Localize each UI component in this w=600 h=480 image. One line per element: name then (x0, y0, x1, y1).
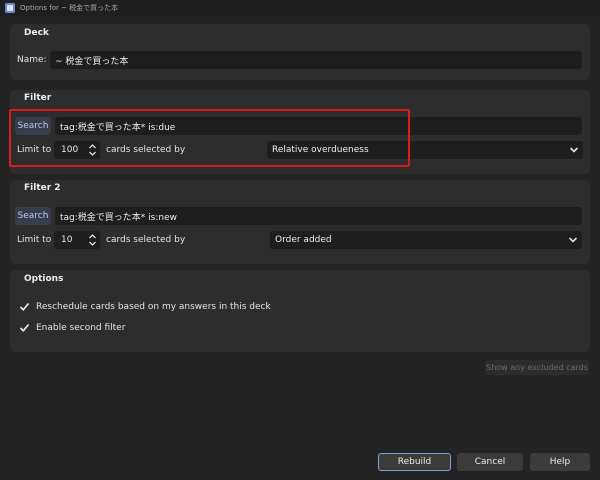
order2-select[interactable]: Order added (270, 231, 582, 249)
filter2-group: Filter 2 Search tag:税金で買った本* is:new Limi… (10, 180, 590, 264)
second-filter-label: Enable second filter (36, 322, 126, 333)
title-bar: Options for ~ 税金で買った本 (0, 0, 600, 16)
annotation-highlight (9, 109, 410, 167)
options-group: Options Reschedule cards based on my ans… (10, 270, 590, 352)
deck-group-title: Deck (24, 28, 49, 38)
chevron-down-icon (569, 147, 579, 153)
reschedule-label: Reschedule cards based on my answers in … (36, 301, 271, 312)
reschedule-checkbox[interactable]: Reschedule cards based on my answers in … (19, 301, 271, 312)
rebuild-button[interactable]: Rebuild (378, 453, 451, 471)
limit2-value: 10 (61, 235, 73, 245)
selected-by2-label: cards selected by (106, 235, 186, 245)
show-excluded-button[interactable]: Show any excluded cards (485, 360, 589, 375)
second-filter-checkbox[interactable]: Enable second filter (19, 322, 125, 333)
app-icon (5, 3, 15, 13)
spin-arrows-icon[interactable] (88, 233, 97, 247)
help-button[interactable]: Help (530, 453, 590, 471)
checkmark-icon (19, 302, 30, 311)
filter2-search-input[interactable]: tag:税金で買った本* is:new (55, 207, 582, 225)
limit2-label: Limit to (17, 235, 52, 245)
search2-button[interactable]: Search (15, 207, 51, 225)
limit2-spinbox[interactable]: 10 (54, 231, 100, 249)
chevron-down-icon (568, 237, 578, 243)
cancel-button[interactable]: Cancel (457, 453, 523, 471)
deck-group: Deck Name: ~ 税金で買った本 (10, 24, 590, 80)
filter2-group-title: Filter 2 (24, 183, 61, 193)
deck-name-input[interactable]: ~ 税金で買った本 (50, 51, 582, 69)
window-title: Options for ~ 税金で買った本 (20, 4, 119, 12)
checkmark-icon (19, 323, 30, 332)
filter-group-title: Filter (24, 93, 52, 103)
order2-value: Order added (275, 235, 332, 245)
name-label: Name: (17, 55, 47, 65)
options-group-title: Options (24, 274, 64, 284)
